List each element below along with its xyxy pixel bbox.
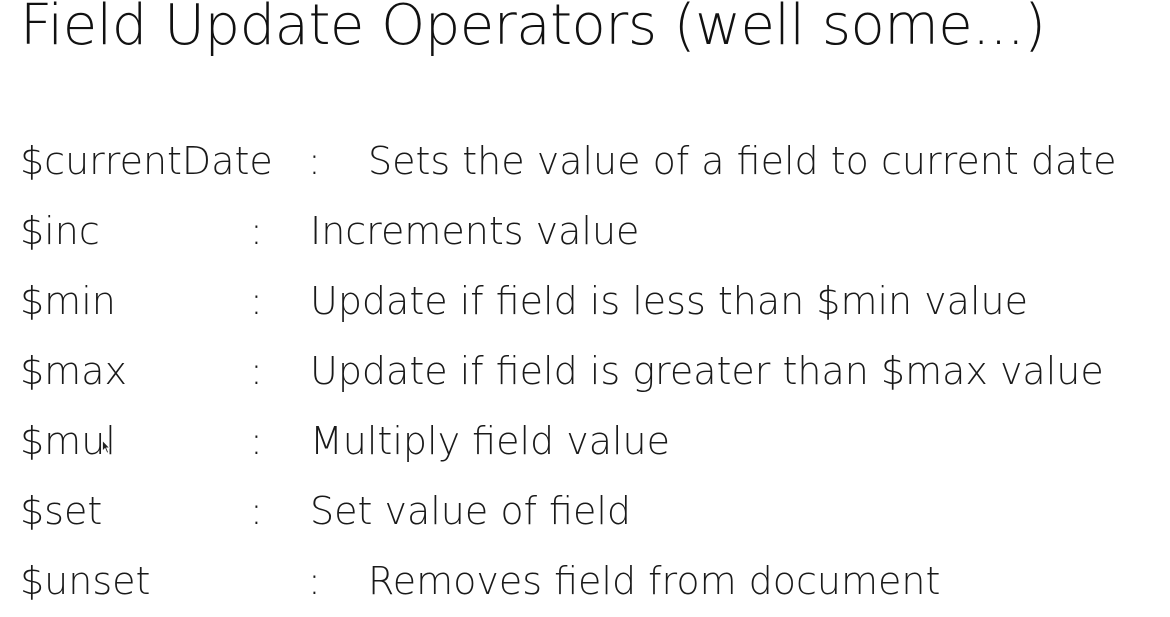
operator-row-max: $max : Update if field is greater than $… — [0, 347, 1170, 395]
operator-description: Multiply field value — [310, 419, 670, 463]
operator-separator: : — [250, 349, 263, 393]
operator-separator: : — [308, 559, 321, 603]
operator-description: Set value of field — [310, 489, 632, 533]
operator-name: $set — [20, 489, 103, 533]
operator-list: $currentDate : Sets the value of a field… — [0, 0, 1170, 617]
operator-separator: : — [250, 489, 263, 533]
operator-separator: : — [250, 279, 263, 323]
operator-row-unset: $unset : Removes field from document — [0, 557, 1170, 605]
operator-row-mul: $mul : Multiply field value — [0, 417, 1170, 465]
operator-separator: : — [250, 419, 263, 463]
operator-name: $max — [20, 349, 127, 393]
operator-separator: : — [250, 209, 263, 253]
operator-row-currentdate: $currentDate : Sets the value of a field… — [0, 137, 1170, 185]
operator-description: Removes field from document — [368, 559, 941, 603]
operator-description: Update if field is less than $min value — [310, 279, 1028, 323]
operator-description: Increments value — [310, 209, 640, 253]
operator-description: Update if field is greater than $max val… — [310, 349, 1104, 393]
operator-name: $inc — [20, 209, 100, 253]
operator-row-inc: $inc : Increments value — [0, 207, 1170, 255]
operator-name: $min — [20, 279, 116, 323]
operator-row-min: $min : Update if field is less than $min… — [0, 277, 1170, 325]
operator-name: $currentDate — [20, 139, 273, 183]
operator-row-set: $set : Set value of field — [0, 487, 1170, 535]
operator-description: Sets the value of a field to current dat… — [368, 139, 1117, 183]
operator-name: $unset — [20, 559, 151, 603]
mouse-cursor-icon — [102, 440, 110, 454]
operator-separator: : — [308, 139, 321, 183]
